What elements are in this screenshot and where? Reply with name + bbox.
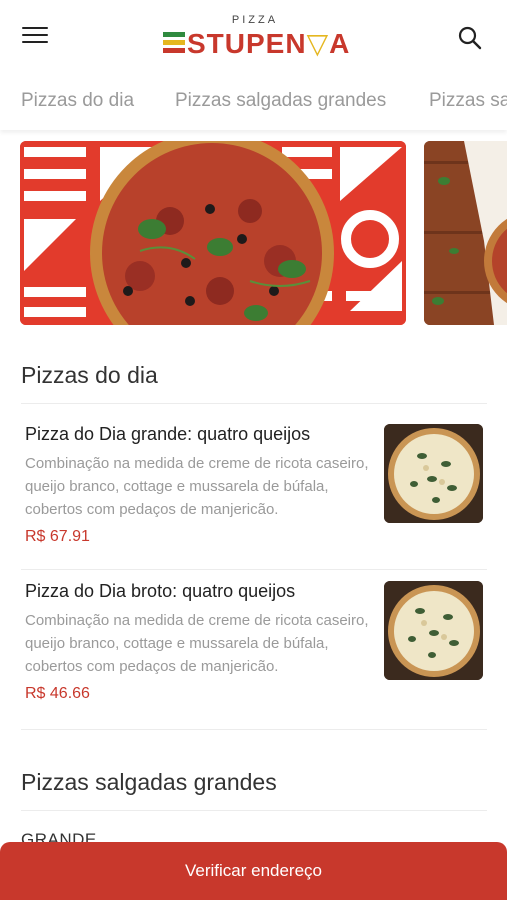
promo-banner-secondary[interactable] [424, 141, 507, 325]
promo-banner-pizza[interactable] [20, 141, 406, 325]
hamburger-menu-icon[interactable] [22, 27, 48, 47]
pizza-thumbnail [384, 581, 483, 680]
item-description: Combinação na medida de creme de ricota … [25, 455, 369, 518]
menu-item[interactable]: Pizza do Dia broto: quatro queijos Combi… [0, 581, 507, 741]
divider [21, 810, 487, 811]
tab-pizzas-do-dia[interactable]: Pizzas do dia [21, 90, 134, 112]
logo-wordmark: STUPEN▽A [187, 28, 351, 59]
divider [21, 729, 487, 730]
pizza-thumbnail [384, 424, 483, 523]
category-tabs: Pizzas do dia Pizzas salgadas grandes Pi… [0, 72, 507, 130]
divider [21, 569, 487, 570]
tab-pizzas-salgadas-partial[interactable]: Pizzas sa [429, 90, 507, 112]
item-description: Combinação na medida de creme de ricota … [25, 612, 369, 675]
section-title-pizzas-do-dia: Pizzas do dia [21, 362, 158, 388]
item-price: R$ 46.66 [25, 685, 90, 702]
menu-item[interactable]: Pizza do Dia grande: quatro queijos Comb… [0, 424, 507, 584]
logo-stripes [163, 32, 185, 56]
promo-carousel[interactable] [20, 141, 507, 326]
brand-logo[interactable]: PIZZA STUPEN▽A [163, 14, 351, 60]
logo-subtitle: PIZZA [231, 14, 279, 26]
search-icon[interactable] [457, 25, 483, 51]
item-name: Pizza do Dia grande: quatro queijos [25, 424, 311, 444]
divider [21, 403, 487, 404]
verify-address-button[interactable]: Verificar endereço [0, 842, 507, 900]
tab-pizzas-salgadas-grandes[interactable]: Pizzas salgadas grandes [175, 90, 386, 112]
item-price: R$ 67.91 [25, 528, 90, 545]
section-title-pizzas-salgadas-grandes: Pizzas salgadas grandes [21, 769, 277, 795]
app-header: PIZZA STUPEN▽A [0, 0, 507, 72]
item-name: Pizza do Dia broto: quatro queijos [25, 581, 296, 601]
